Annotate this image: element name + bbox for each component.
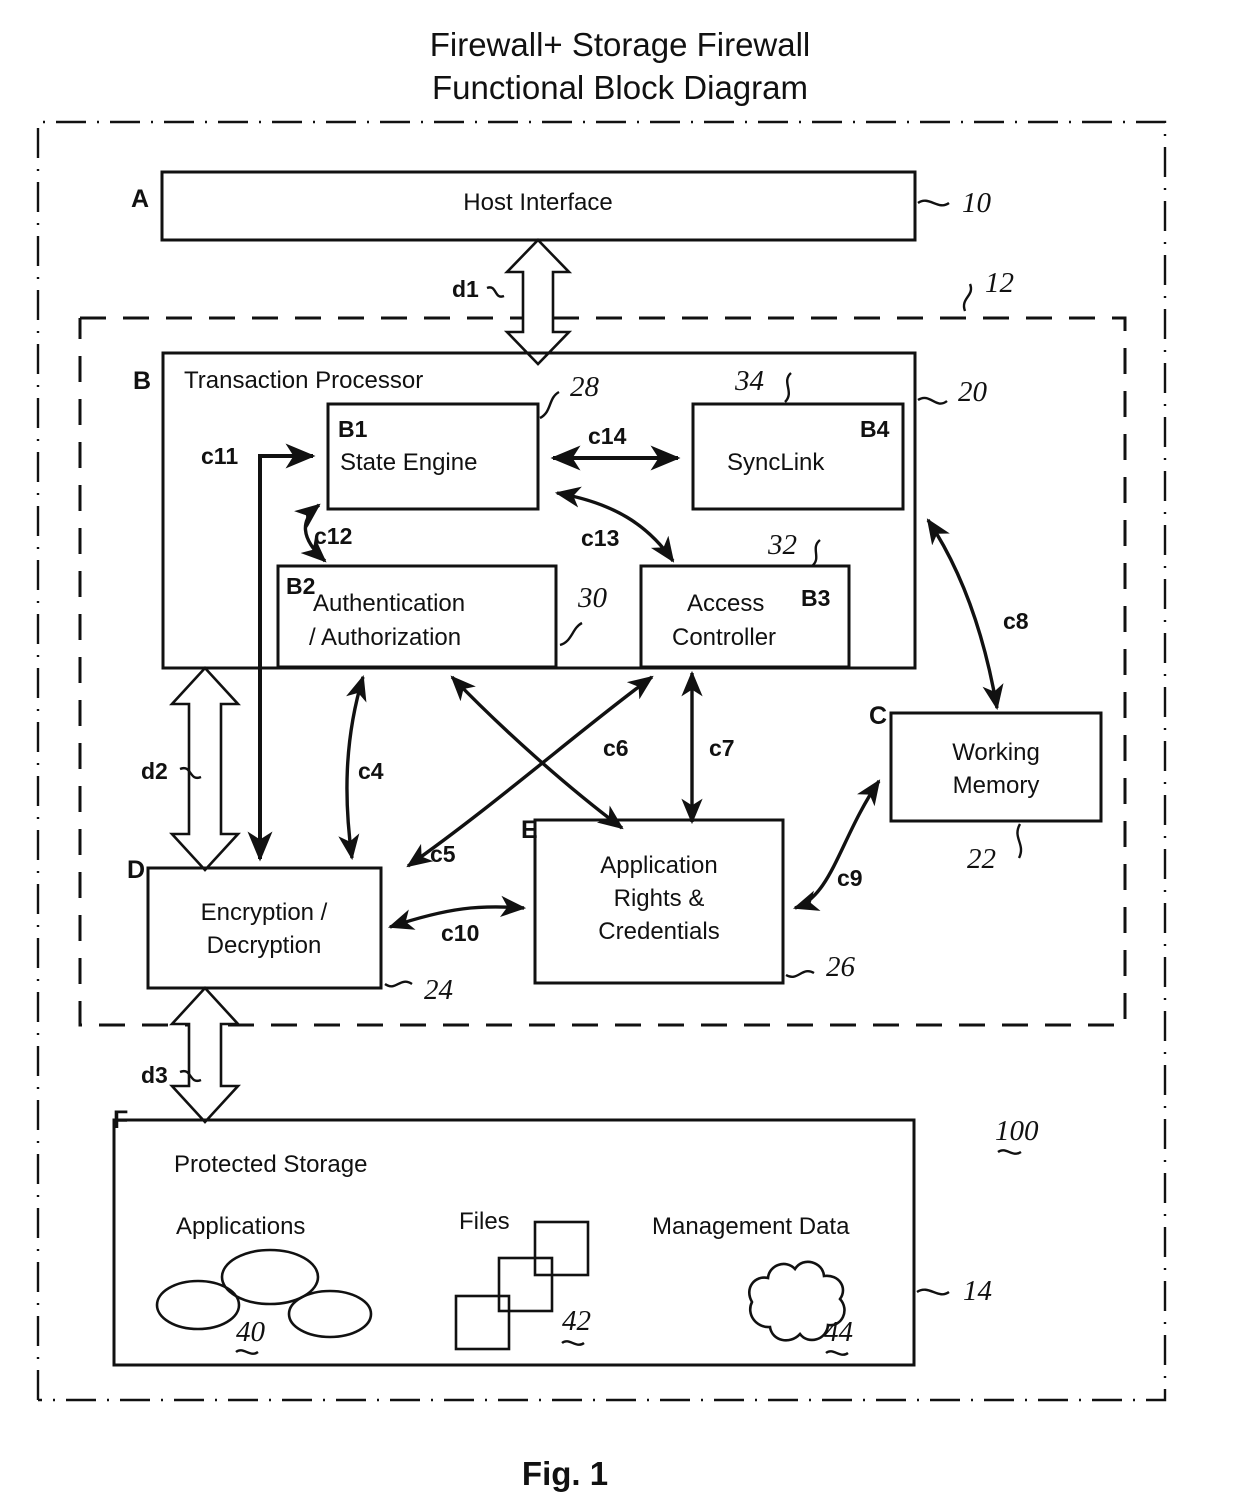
ref-leader-14 — [916, 1288, 950, 1296]
connector-c6-label: c6 — [603, 735, 629, 761]
access-controller-label-line1: Access — [687, 590, 764, 617]
connector-c5-label: c5 — [430, 841, 456, 867]
sync-link-label: SyncLink — [727, 449, 825, 476]
working-memory-box[interactable] — [889, 711, 1103, 823]
figure-title-line1: Firewall+ Storage Firewall — [430, 26, 811, 63]
working-memory-label-line2: Memory — [953, 772, 1040, 799]
state-engine-tag: B1 — [338, 416, 368, 442]
file-square-3 — [454, 1294, 511, 1351]
authentication-label-line2: / Authorization — [309, 624, 461, 651]
label-d: D — [127, 856, 145, 884]
encryption-box[interactable] — [146, 866, 383, 990]
ref-22: 22 — [967, 843, 996, 875]
access-controller-tag: B3 — [801, 585, 830, 611]
connector-d1-label: d1 — [452, 276, 479, 302]
encryption-label-line1: Encryption / — [201, 899, 328, 926]
functional-block-diagram: Firewall+ Storage Firewall Functional Bl… — [36, 26, 1167, 1492]
connector-c8-arrow — [926, 518, 1004, 711]
protected-storage-label: Protected Storage — [174, 1151, 367, 1178]
encryption-label-line2: Decryption — [207, 932, 322, 959]
ref-leader-d1 — [486, 286, 505, 298]
file-square-1 — [533, 1220, 590, 1277]
ref-underline-42 — [561, 1340, 585, 1346]
ref-underline-40 — [235, 1349, 259, 1355]
ref-44: 44 — [824, 1316, 853, 1348]
file-square-2 — [497, 1256, 554, 1313]
ref-underline-100 — [997, 1149, 1022, 1155]
connector-c12-label: c12 — [314, 523, 352, 549]
authentication-label-line1: Authentication — [313, 590, 465, 617]
ref-leader-20 — [917, 396, 948, 405]
application-rights-label-line1: Application — [600, 852, 717, 879]
label-b: B — [133, 367, 151, 395]
ref-underline-44 — [825, 1350, 849, 1356]
label-c: C — [869, 702, 887, 730]
connector-d3-arrow — [169, 986, 241, 1124]
connector-c10-label: c10 — [441, 920, 479, 946]
authentication-tag: B2 — [286, 573, 315, 599]
ref-leader-10 — [917, 199, 950, 207]
ref-leader-24 — [384, 980, 413, 988]
ref-40: 40 — [236, 1316, 266, 1348]
application-ellipse-2 — [155, 1279, 241, 1331]
working-memory-label-line1: Working — [952, 739, 1040, 766]
ref-leader-34 — [784, 372, 792, 403]
applications-label: Applications — [176, 1213, 305, 1240]
application-ellipse-3 — [287, 1289, 373, 1339]
ref-leader-30 — [559, 621, 583, 647]
ref-14: 14 — [963, 1275, 992, 1307]
files-label: Files — [459, 1208, 510, 1235]
ref-30: 30 — [577, 582, 608, 614]
ref-12: 12 — [985, 267, 1014, 299]
connector-d1-arrow — [503, 238, 573, 366]
connector-c11-path — [247, 454, 313, 862]
access-controller-label-line2: Controller — [672, 624, 776, 651]
connector-c4-label: c4 — [358, 758, 384, 784]
connector-c6-arrow — [450, 675, 624, 830]
ref-42: 42 — [562, 1305, 591, 1337]
ref-leader-26 — [785, 970, 815, 978]
sync-link-tag: B4 — [860, 416, 890, 442]
ref-10: 10 — [962, 187, 992, 219]
ref-leader-22 — [1016, 823, 1023, 859]
connector-c9-label: c9 — [837, 865, 863, 891]
ref-leader-12 — [962, 283, 973, 312]
connector-c13-label: c13 — [581, 525, 619, 551]
ref-20: 20 — [958, 376, 988, 408]
figure-caption: Fig. 1 — [522, 1455, 608, 1492]
host-interface-label: Host Interface — [463, 189, 612, 216]
ref-28: 28 — [570, 371, 600, 403]
figure-title-line2: Functional Block Diagram — [432, 69, 808, 106]
ref-26: 26 — [826, 951, 856, 983]
transaction-processor-label: Transaction Processor — [184, 367, 423, 394]
label-a: A — [131, 185, 149, 213]
application-rights-label-line3: Credentials — [598, 918, 719, 945]
application-rights-label-line2: Rights & — [614, 885, 705, 912]
state-engine-label: State Engine — [340, 449, 477, 476]
ref-24: 24 — [424, 974, 453, 1006]
management-data-label: Management Data — [652, 1213, 850, 1240]
connector-c8-label: c8 — [1003, 608, 1029, 634]
ref-100: 100 — [995, 1115, 1039, 1147]
figure-canvas: Firewall+ Storage Firewall Functional Bl… — [0, 0, 1240, 1508]
connector-d3-label: d3 — [141, 1062, 168, 1088]
ref-leader-28 — [539, 390, 560, 420]
ref-32: 32 — [767, 529, 797, 561]
connector-c11-label: c11 — [201, 443, 238, 469]
ref-leader-32 — [811, 539, 821, 567]
connector-c7-label: c7 — [709, 735, 735, 761]
connector-c14-label: c14 — [588, 423, 627, 449]
ref-34: 34 — [734, 365, 764, 397]
connector-d2-label: d2 — [141, 758, 168, 784]
